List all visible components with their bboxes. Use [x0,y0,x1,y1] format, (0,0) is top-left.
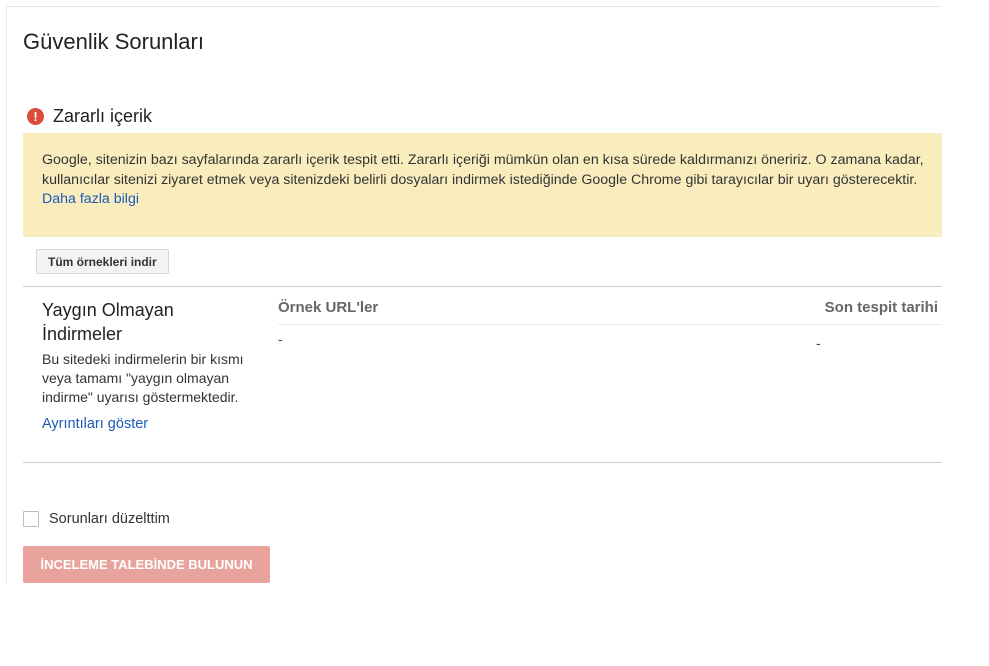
warning-message: Google, sitenizin bazı sayfalarında zara… [23,133,942,237]
alert-circle-icon: ! [27,107,44,125]
issue-card: Yaygın Olmayan İndirmeler Bu sitedeki in… [23,286,942,463]
issue-title: Yaygın Olmayan İndirmeler [42,300,174,344]
warning-text: Google, sitenizin bazı sayfalarında zara… [42,152,924,188]
last-detected-cell: - [816,335,821,351]
issues-fixed-label[interactable]: Sorunları düzelttim [49,511,170,527]
issues-fixed-row: Sorunları düzelttim [23,509,170,529]
harmful-content-header: ! Zararlı içerik [27,104,152,128]
issues-fixed-checkbox[interactable] [23,511,39,527]
table-header-divider [278,324,942,325]
request-review-button[interactable]: İNCELEME TALEBİNDE BULUNUN [23,546,270,583]
learn-more-link[interactable]: Daha fazla bilgi [42,191,139,207]
issue-description: Bu sitedeki indirmelerin bir kısmı veya … [42,351,244,405]
column-header-last-detected: Son tespit tarihi [824,299,938,316]
download-all-examples-button[interactable]: Tüm örnekleri indir [36,249,169,274]
page-title: Güvenlik Sorunları [23,29,204,54]
issue-summary: Yaygın Olmayan İndirmeler Bu sitedeki in… [42,298,252,433]
column-header-sample-urls: Örnek URL'ler [278,299,379,316]
show-details-link[interactable]: Ayrıntıları göster [42,416,148,432]
sample-url-cell: - [278,331,283,347]
section-title: Zararlı içerik [53,105,153,126]
top-divider [6,6,942,7]
left-divider [6,6,7,584]
security-issues-page: Güvenlik Sorunları ! Zararlı içerik Goog… [0,0,989,666]
